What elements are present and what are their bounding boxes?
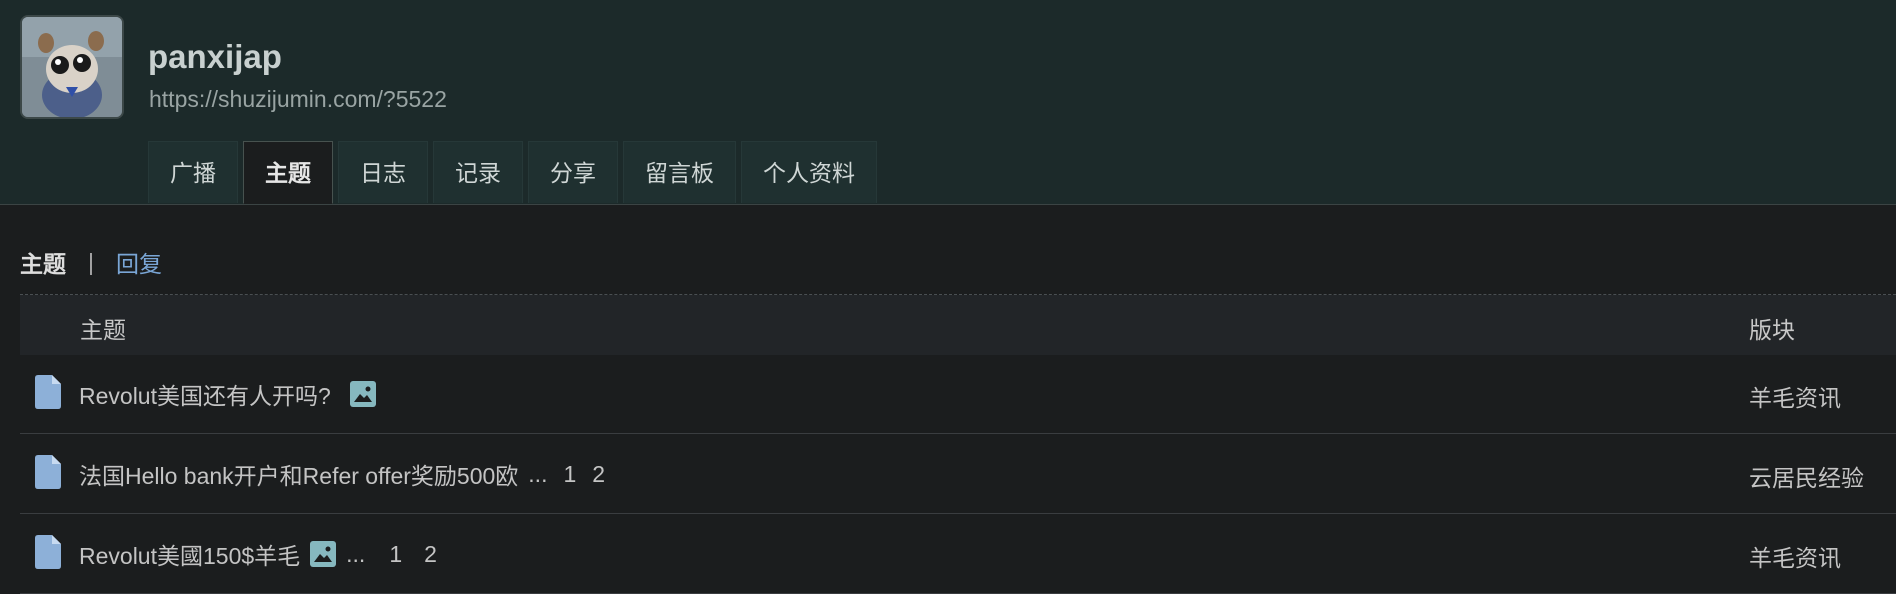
sub-navigation: 主题 | 回复 — [20, 245, 162, 279]
username[interactable]: panxijap — [148, 38, 282, 76]
avatar-image — [22, 17, 122, 117]
subnav-topics[interactable]: 主题 — [20, 245, 66, 279]
tab-guestbook[interactable]: 留言板 — [623, 141, 736, 203]
profile-url[interactable]: https://shuzijumin.com/?5522 — [149, 86, 447, 113]
table-row: Revolut美国还有人开吗? 羊毛资讯 — [20, 355, 1896, 434]
forum-link[interactable]: 羊毛资讯 — [1749, 539, 1841, 573]
avatar[interactable] — [20, 15, 124, 119]
forum-link[interactable]: 云居民经验 — [1749, 459, 1864, 493]
tab-topics[interactable]: 主题 — [243, 141, 333, 204]
tab-blog[interactable]: 日志 — [338, 141, 428, 203]
profile-tabs: 广播 主题 日志 记录 分享 留言板 个人资料 — [148, 141, 882, 204]
thread-title-link[interactable]: Revolut美國150$羊毛 — [79, 537, 300, 571]
page-link-2[interactable]: 2 — [424, 541, 437, 568]
tab-profile[interactable]: 个人资料 — [741, 141, 877, 203]
image-attachment-icon — [310, 541, 337, 567]
table-header: 主题 版块 — [20, 295, 1896, 355]
thread-title-link[interactable]: Revolut美国还有人开吗? — [79, 377, 331, 411]
table-row: Revolut美國150$羊毛 ... 1 2 羊毛资讯 — [20, 515, 1896, 594]
page-link-2[interactable]: 2 — [592, 461, 605, 488]
tab-records[interactable]: 记录 — [433, 141, 523, 203]
document-icon — [35, 535, 61, 569]
subnav-separator: | — [88, 248, 94, 275]
subnav-replies-link[interactable]: 回复 — [116, 245, 162, 279]
document-icon — [35, 455, 61, 489]
thread-title-link[interactable]: 法国Hello bank开户和Refer offer奖励500欧 — [79, 457, 518, 491]
page-link-1[interactable]: 1 — [389, 541, 402, 568]
table-row: 法国Hello bank开户和Refer offer奖励500欧 ... 1 2… — [20, 435, 1896, 514]
column-header-topic: 主题 — [80, 317, 126, 343]
tab-broadcast[interactable]: 广播 — [148, 141, 238, 203]
pages-ellipsis: ... — [528, 460, 548, 487]
pages-ellipsis: ... — [346, 540, 366, 567]
document-icon — [35, 375, 61, 409]
image-attachment-icon — [349, 381, 376, 407]
profile-header: panxijap https://shuzijumin.com/?5522 广播… — [0, 0, 1896, 205]
tab-share[interactable]: 分享 — [528, 141, 618, 203]
forum-link[interactable]: 羊毛资讯 — [1749, 379, 1841, 413]
page-link-1[interactable]: 1 — [563, 461, 576, 488]
column-header-forum: 版块 — [1749, 317, 1795, 343]
